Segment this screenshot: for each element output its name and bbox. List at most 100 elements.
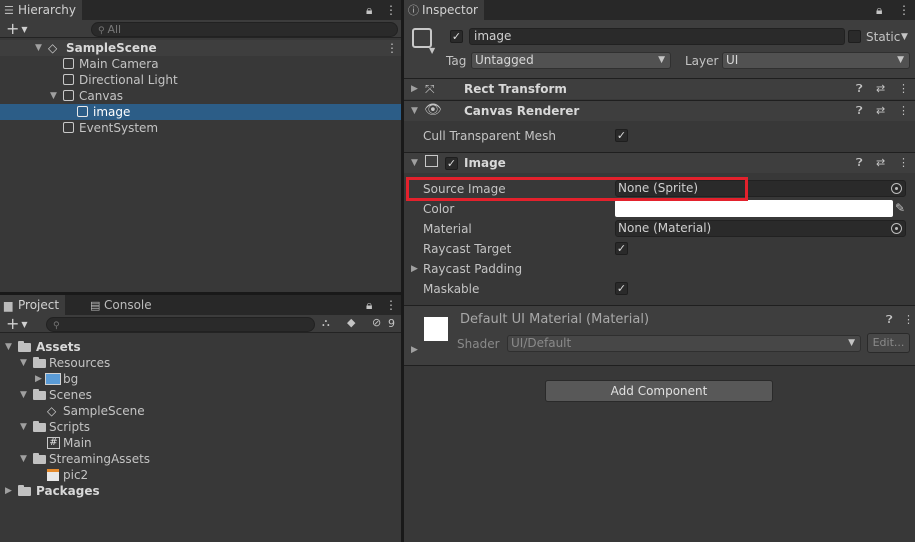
add-component-button[interactable]: Add Component xyxy=(545,380,773,402)
project-asset-samplescene[interactable]: ◇ SampleScene xyxy=(0,403,401,419)
tag-dropdown[interactable]: Untagged ▼ xyxy=(471,52,671,69)
presets-icon[interactable]: ⇄ xyxy=(876,82,885,96)
collapse-arrow-icon[interactable]: ▶ xyxy=(5,483,12,499)
rect-transform-header[interactable]: ▶ ⤧ Rect Transform ❓︎ ⇄ ⋮ xyxy=(404,78,915,99)
scene-menu-icon[interactable]: ⋮ xyxy=(386,40,398,56)
canvas-renderer-header[interactable]: ▼ 👁︎ Canvas Renderer ❓︎ ⇄ ⋮ xyxy=(404,100,915,121)
project-folder-packages[interactable]: ▶ Packages xyxy=(0,483,401,499)
maskable-label: Maskable xyxy=(423,282,480,296)
folder-icon xyxy=(33,389,46,400)
project-toolbar: + ▼ ⚲ ⛬ ◆ ⊘ 9 xyxy=(0,315,401,333)
color-swatch[interactable] xyxy=(615,200,893,217)
collapse-arrow-icon[interactable]: ▶ xyxy=(411,342,418,358)
folder-icon xyxy=(18,341,31,352)
hierarchy-item[interactable]: EventSystem xyxy=(0,120,401,136)
presets-icon[interactable]: ⇄ xyxy=(876,104,885,118)
source-image-label: Source Image xyxy=(423,182,506,196)
material-preview-block: ▶ Default UI Material (Material) Shader … xyxy=(404,305,915,366)
project-folder-resources[interactable]: ▼ Resources xyxy=(0,355,401,371)
component-menu-icon[interactable]: ⋮ xyxy=(898,156,909,170)
chevron-down-icon: ▼ xyxy=(848,338,855,348)
scene-row[interactable]: ▼ ◇ SampleScene ⋮ xyxy=(0,40,401,56)
project-folder-scenes[interactable]: ▼ Scenes xyxy=(0,387,401,403)
help-icon[interactable]: ❓︎ xyxy=(856,82,863,96)
project-folder-assets[interactable]: ▼ Assets xyxy=(0,339,401,355)
chevron-down-icon: ▼ xyxy=(658,55,665,65)
hierarchy-item[interactable]: ▼ Canvas xyxy=(0,88,401,104)
expand-arrow-icon[interactable]: ▼ xyxy=(5,339,12,355)
expand-arrow-icon[interactable]: ▼ xyxy=(50,88,57,104)
expand-arrow-icon[interactable]: ▼ xyxy=(20,451,27,467)
hierarchy-search-input[interactable]: ⚲ All xyxy=(91,22,398,37)
unity-scene-icon: ◇ xyxy=(47,404,57,418)
lock-icon[interactable]: 🔒︎ xyxy=(366,297,372,313)
project-asset-main[interactable]: # Main xyxy=(0,435,401,451)
cull-transparent-mesh-checkbox[interactable]: ✓ xyxy=(615,129,628,142)
hierarchy-tabbar: ☰ Hierarchy 🔒︎ ⋮ xyxy=(0,0,401,20)
raycast-target-checkbox[interactable]: ✓ xyxy=(615,242,628,255)
expand-arrow-icon[interactable]: ▼ xyxy=(20,419,27,435)
material-menu-icon[interactable]: ⋮ xyxy=(903,313,914,327)
texture-icon xyxy=(45,373,61,385)
layer-dropdown[interactable]: UI ▼ xyxy=(722,52,910,69)
help-icon[interactable]: ❓︎ xyxy=(856,104,863,118)
tab-inspector[interactable]: ⓘ Inspector xyxy=(404,0,484,20)
eye-icon: 👁︎ xyxy=(424,102,442,118)
filter-by-type-icon[interactable]: ⛬ xyxy=(322,316,330,330)
hidden-packages-icon[interactable]: ⊘ xyxy=(372,316,381,329)
edit-shader-button[interactable]: Edit... xyxy=(867,333,910,353)
object-picker-icon[interactable] xyxy=(891,183,902,194)
gameobject-cube-icon xyxy=(63,58,74,69)
component-menu-icon[interactable]: ⋮ xyxy=(898,82,909,96)
component-menu-icon[interactable]: ⋮ xyxy=(898,104,909,118)
file-icon xyxy=(47,469,59,481)
eyedropper-icon[interactable]: ✎ xyxy=(895,200,905,216)
expand-arrow-icon[interactable]: ▼ xyxy=(20,355,27,371)
icon-dropdown-caret[interactable]: ▼ xyxy=(429,46,435,55)
gameobject-cube-icon xyxy=(412,28,432,48)
info-icon: ⓘ xyxy=(408,4,419,17)
expand-arrow-icon[interactable]: ▼ xyxy=(411,103,418,119)
kebab-menu-icon[interactable]: ⋮ xyxy=(898,2,910,18)
help-icon[interactable]: ❓︎ xyxy=(856,156,863,170)
expand-arrow-icon[interactable]: ▼ xyxy=(411,155,418,171)
object-picker-icon[interactable] xyxy=(891,223,902,234)
project-folder-streamingassets[interactable]: ▼ StreamingAssets xyxy=(0,451,401,467)
hierarchy-item[interactable]: Main Camera xyxy=(0,56,401,72)
project-asset-pic2[interactable]: pic2 xyxy=(0,467,401,483)
help-icon[interactable]: ❓︎ xyxy=(886,313,893,327)
tab-hierarchy[interactable]: ☰ Hierarchy xyxy=(0,0,83,20)
presets-icon[interactable]: ⇄ xyxy=(876,156,885,170)
maskable-checkbox[interactable]: ✓ xyxy=(615,282,628,295)
tab-console[interactable]: ▤ Console xyxy=(86,295,158,315)
collapse-arrow-icon[interactable]: ▶ xyxy=(411,81,418,97)
create-asset-button[interactable]: + ▼ xyxy=(6,315,28,333)
image-enabled-checkbox[interactable]: ✓ xyxy=(445,157,458,170)
filter-by-label-icon[interactable]: ◆ xyxy=(347,316,355,329)
material-field[interactable]: None (Material) xyxy=(615,220,906,237)
collapse-arrow-icon[interactable]: ▶ xyxy=(35,371,42,387)
raycast-padding-arrow-icon[interactable]: ▶ xyxy=(411,261,418,277)
kebab-menu-icon[interactable]: ⋮ xyxy=(385,297,397,313)
project-folder-scripts[interactable]: ▼ Scripts xyxy=(0,419,401,435)
static-dropdown-icon[interactable]: ▼ xyxy=(901,29,908,45)
hierarchy-item[interactable]: Directional Light xyxy=(0,72,401,88)
kebab-menu-icon[interactable]: ⋮ xyxy=(385,2,397,18)
static-checkbox[interactable] xyxy=(848,30,861,43)
expand-arrow-icon[interactable]: ▼ xyxy=(20,387,27,403)
image-component-header[interactable]: ▼ ✓ Image ❓︎ ⇄ ⋮ xyxy=(404,152,915,173)
lock-icon[interactable]: 🔒︎ xyxy=(366,2,372,18)
project-asset-bg[interactable]: ▶ bg xyxy=(0,371,401,387)
active-checkbox[interactable]: ✓ xyxy=(450,30,463,43)
tab-project[interactable]: ▆ Project xyxy=(0,295,66,315)
expand-arrow-icon[interactable]: ▼ xyxy=(35,40,42,56)
raycast-padding-label[interactable]: Raycast Padding xyxy=(423,261,522,277)
lock-icon[interactable]: 🔒︎ xyxy=(876,2,882,18)
create-button[interactable]: + ▼ xyxy=(6,20,28,38)
shader-dropdown[interactable]: UI/Default ▼ xyxy=(507,335,861,352)
source-image-field[interactable]: None (Sprite) xyxy=(615,180,906,197)
material-preview-thumbnail xyxy=(424,317,448,341)
hierarchy-item-selected[interactable]: image xyxy=(0,104,401,120)
object-name-field[interactable]: image xyxy=(469,28,845,45)
project-search-input[interactable]: ⚲ xyxy=(46,317,315,332)
